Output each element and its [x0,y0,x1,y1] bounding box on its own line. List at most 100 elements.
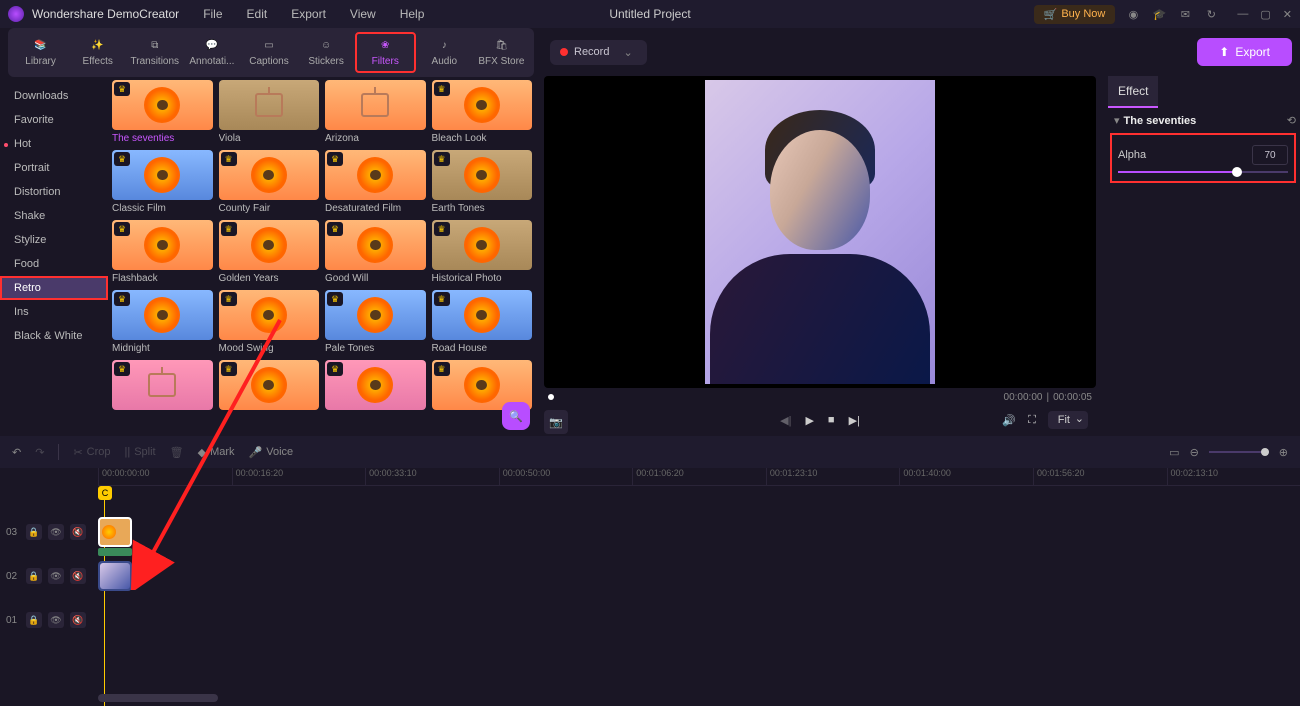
filter-card-flashback[interactable]: ♛Flashback [112,220,213,284]
account-icon[interactable]: ◉ [1125,6,1141,22]
mode-tab-transitions[interactable]: ⧉Transitions [126,32,183,73]
menu-view[interactable]: View [350,7,376,21]
sidebar-item-favorite[interactable]: Favorite [0,108,108,132]
filter-card-arizona[interactable]: Arizona [325,80,426,144]
sidebar-item-downloads[interactable]: Downloads [0,84,108,108]
menu-file[interactable]: File [203,7,222,21]
lock-icon[interactable]: 🔒 [26,612,42,628]
filter-label: County Fair [219,203,320,214]
sidebar-item-food[interactable]: Food [0,252,108,276]
filter-card-more[interactable]: ♛ [325,360,426,413]
filter-card-viola[interactable]: Viola [219,80,320,144]
menu-edit[interactable]: Edit [247,7,268,21]
sidebar-item-stylize[interactable]: Stylize [0,228,108,252]
crop-button[interactable]: ✂ Crop [73,446,110,459]
track-02[interactable] [98,554,1300,598]
eye-icon[interactable]: 👁 [48,524,64,540]
record-button[interactable]: Record ⌄ [550,40,647,65]
filter-card-the-seventies[interactable]: ♛The seventies [112,80,213,144]
mode-tab-library[interactable]: 📚Library [12,32,69,73]
filter-card-pale-tones[interactable]: ♛Pale Tones [325,290,426,354]
export-button[interactable]: ⬆ Export [1197,38,1292,66]
filter-card-historical-photo[interactable]: ♛Historical Photo [432,220,533,284]
message-icon[interactable]: ✉ [1177,6,1193,22]
filter-card-good-will[interactable]: ♛Good Will [325,220,426,284]
filter-card-county-fair[interactable]: ♛County Fair [219,150,320,214]
alpha-value-input[interactable]: 70 [1252,145,1288,165]
timeline-ruler[interactable]: 00:00:00:0000:00:16:2000:00:33:1000:00:5… [98,468,1300,486]
filter-card-more[interactable]: ♛ [112,360,213,413]
refresh-icon[interactable]: ↻ [1203,6,1219,22]
reset-icon[interactable]: ⟲ [1287,114,1296,127]
sidebar-item-portrait[interactable]: Portrait [0,156,108,180]
undo-button[interactable]: ↶ [12,446,21,459]
lock-icon[interactable]: 🔒 [26,568,42,584]
snapshot-button[interactable]: 📷 [544,410,568,434]
video-preview[interactable] [544,76,1096,388]
filter-card-road-house[interactable]: ♛Road House [432,290,533,354]
video-clip[interactable] [98,561,132,591]
redo-button[interactable]: ↷ [35,446,44,459]
fit-dropdown[interactable]: Fit [1048,411,1088,429]
filter-card-earth-tones[interactable]: ♛Earth Tones [432,150,533,214]
fullscreen-icon[interactable]: ⛶ [1028,414,1036,427]
sidebar-item-hot[interactable]: Hot [0,132,108,156]
volume-icon[interactable]: 🔊 [1002,414,1016,427]
project-title: Untitled Project [609,7,690,21]
mode-tab-bfxstore[interactable]: 🛍BFX Store [473,32,530,73]
filter-card-midnight[interactable]: ♛Midnight [112,290,213,354]
zoom-slider[interactable] [1209,451,1269,453]
filter-clip[interactable] [98,517,132,547]
sidebar-item-distortion[interactable]: Distortion [0,180,108,204]
filter-card-desaturated-film[interactable]: ♛Desaturated Film [325,150,426,214]
lock-icon[interactable]: 🔒 [26,524,42,540]
mute-icon[interactable]: 🔇 [70,568,86,584]
slider-thumb[interactable] [1232,167,1242,177]
voice-button[interactable]: 🎤 Voice [249,446,294,459]
play-button[interactable]: ▶ [805,414,813,427]
maximize-button[interactable]: ▢ [1260,8,1270,21]
minimize-button[interactable]: — [1237,8,1248,21]
timeline-scrollbar[interactable] [98,694,1294,702]
playhead[interactable]: C [98,486,112,500]
delete-button[interactable]: 🗑 [170,446,184,459]
split-button[interactable]: || Split [125,446,156,458]
mode-tab-effects[interactable]: ✨Effects [69,32,126,73]
annotati...-icon: 💬 [204,38,220,54]
mark-button[interactable]: ◆ Mark [198,446,235,459]
mode-tab-annotati[interactable]: 💬Annotati... [183,32,240,73]
filter-card-more[interactable]: ♛ [219,360,320,413]
academy-icon[interactable]: 🎓 [1151,6,1167,22]
filter-card-classic-film[interactable]: ♛Classic Film [112,150,213,214]
zoom-in-icon[interactable]: ⊕ [1279,446,1288,459]
buy-now-button[interactable]: 🛒 Buy Now [1034,5,1116,24]
mode-tab-filters[interactable]: ❀Filters [355,32,416,73]
sidebar-item-retro[interactable]: Retro [0,276,108,300]
mute-icon[interactable]: 🔇 [70,612,86,628]
alpha-slider[interactable] [1118,171,1288,173]
close-button[interactable]: ✕ [1283,8,1292,21]
fit-timeline-icon[interactable]: ▭ [1169,446,1179,459]
stop-button[interactable]: ■ [828,414,835,426]
mute-icon[interactable]: 🔇 [70,524,86,540]
mode-tab-stickers[interactable]: ☺Stickers [298,32,355,73]
sidebar-item-shake[interactable]: Shake [0,204,108,228]
next-frame-button[interactable]: ▶| [849,414,860,427]
mode-tab-captions[interactable]: ▭Captions [240,32,297,73]
prev-frame-button[interactable]: ◀| [780,414,791,427]
sidebar-item-ins[interactable]: Ins [0,300,108,324]
mode-tab-audio[interactable]: ♪Audio [416,32,473,73]
zoom-out-icon[interactable]: ⊖ [1190,446,1199,459]
filter-card-golden-years[interactable]: ♛Golden Years [219,220,320,284]
eye-icon[interactable]: 👁 [48,568,64,584]
filter-card-mood-swing[interactable]: ♛Mood Swing [219,290,320,354]
sidebar-item-black-white[interactable]: Black & White [0,324,108,348]
menu-help[interactable]: Help [400,7,425,21]
track-01[interactable] [98,598,1300,642]
eye-icon[interactable]: 👁 [48,612,64,628]
menu-export[interactable]: Export [291,7,326,21]
timeline-body[interactable]: 00:00:00:0000:00:16:2000:00:33:1000:00:5… [98,468,1300,704]
filter-card-bleach-look[interactable]: ♛Bleach Look [432,80,533,144]
track-03[interactable] [98,510,1300,554]
search-button[interactable]: 🔍 [502,402,530,430]
